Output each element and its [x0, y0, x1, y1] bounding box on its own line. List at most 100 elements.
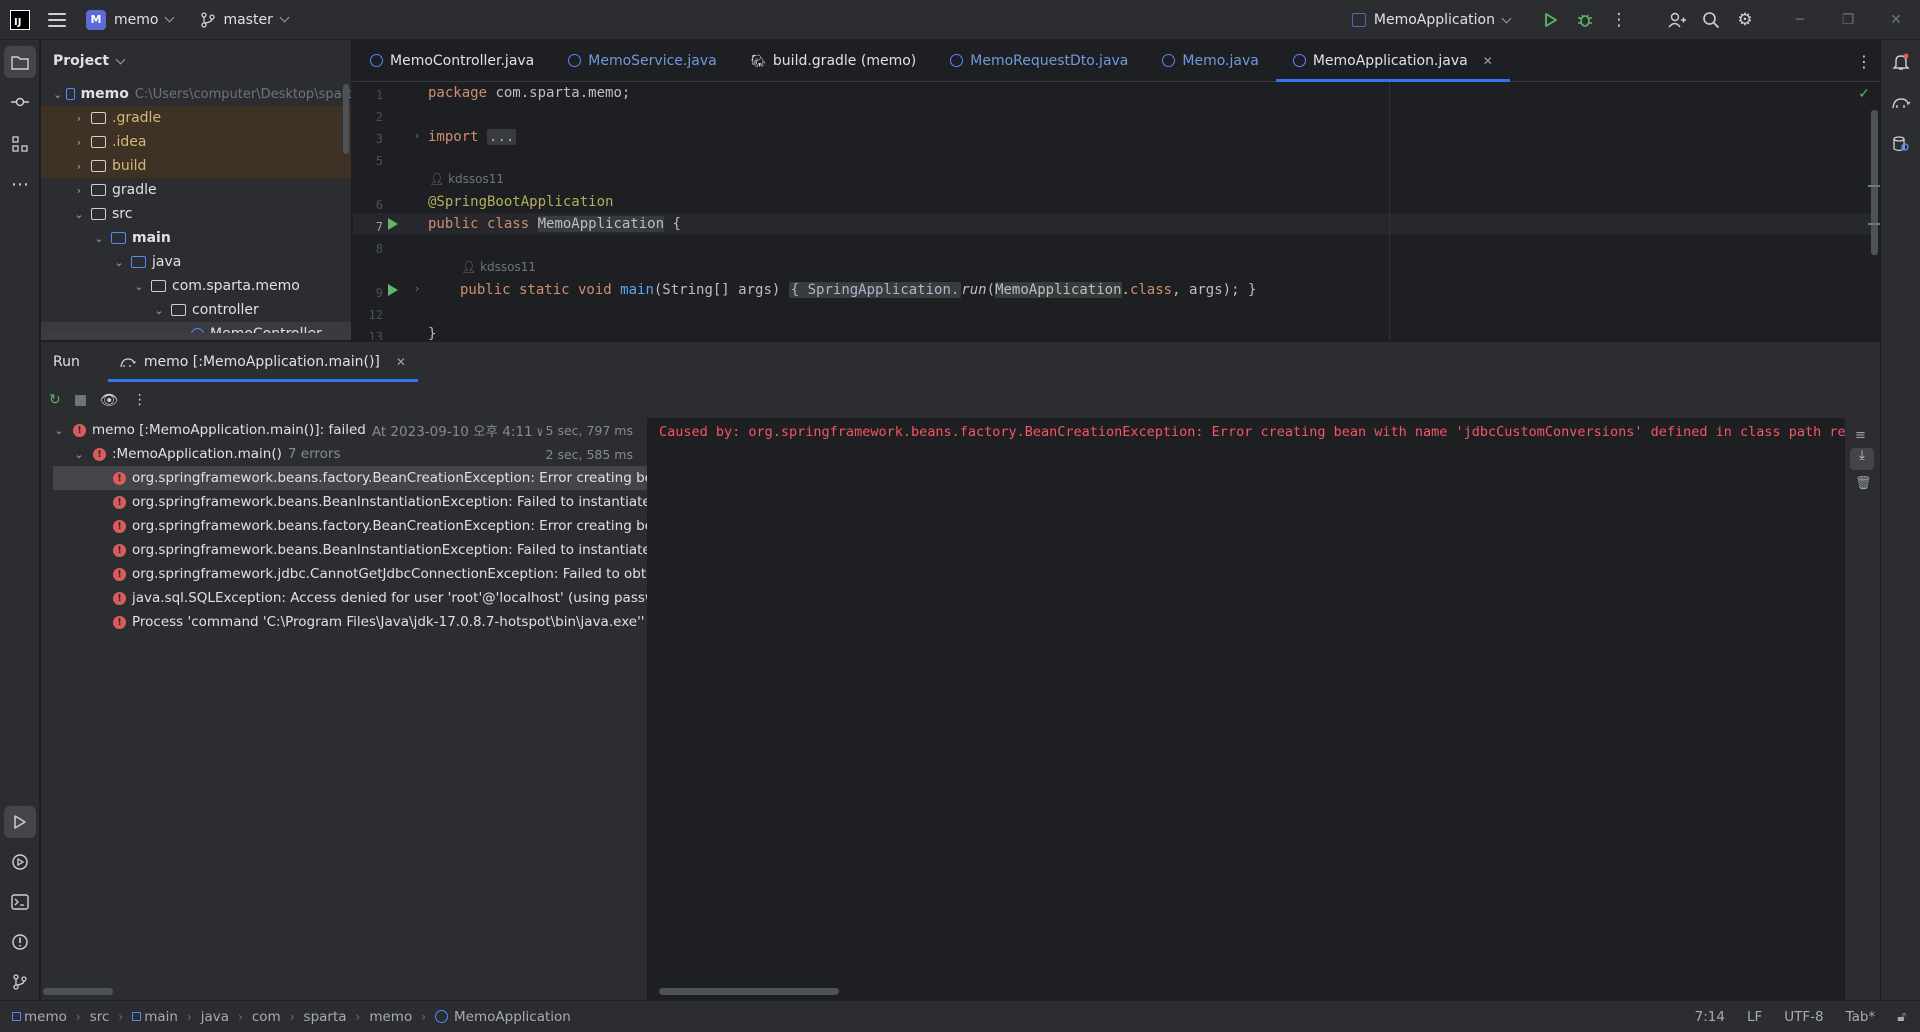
- chevron-right-icon[interactable]: ›: [71, 184, 87, 197]
- tree-node[interactable]: ⌄ com.sparta.memo: [41, 274, 351, 298]
- editor-scrollbar[interactable]: [1871, 110, 1878, 255]
- database-tool-icon[interactable]: [1885, 128, 1917, 160]
- file-encoding[interactable]: UTF-8: [1784, 1009, 1823, 1025]
- code-line-7[interactable]: public class MemoApplication {: [428, 213, 681, 235]
- tree-node[interactable]: › .gradle: [41, 106, 351, 130]
- close-window-button[interactable]: ✕: [1872, 0, 1920, 40]
- breadcrumb-item[interactable]: MemoApplication: [454, 1009, 571, 1025]
- error-entry[interactable]: ! Process 'command 'C:\Program Files\Java…: [53, 610, 647, 634]
- fold-expand-icon[interactable]: ›: [415, 129, 419, 142]
- folded-imports[interactable]: ...: [487, 129, 517, 145]
- terminal-tool-icon[interactable]: [4, 886, 36, 918]
- editor-tab[interactable]: MemoApplication.java ✕: [1275, 40, 1510, 82]
- tab-more-icon[interactable]: ⋮: [1856, 52, 1872, 71]
- close-icon[interactable]: ✕: [396, 355, 406, 369]
- chevron-down-icon[interactable]: ⌄: [111, 256, 127, 269]
- tree-node[interactable]: ⌄ memo C:\Users\computer\Desktop\spart: [41, 82, 351, 106]
- tree-node[interactable]: › gradle: [41, 178, 351, 202]
- tree-node[interactable]: ⌄ src: [41, 202, 351, 226]
- gradle-tool-icon[interactable]: [1885, 86, 1917, 118]
- run-button[interactable]: [1534, 3, 1568, 37]
- services-tool-icon[interactable]: [4, 846, 36, 878]
- scroll-to-end-icon[interactable]: ⤓: [1850, 448, 1874, 470]
- run-class-gutter-icon[interactable]: [388, 218, 398, 230]
- console-error-line[interactable]: Caused by: org.springframework.beans.fac…: [659, 424, 1845, 440]
- code-line-6[interactable]: @SpringBootApplication: [428, 191, 613, 213]
- commit-tool-icon[interactable]: [4, 86, 36, 118]
- editor-tab[interactable]: MemoService.java: [551, 40, 733, 81]
- chevron-down-icon[interactable]: ⌄: [131, 280, 147, 293]
- tree-node[interactable]: › build: [41, 154, 351, 178]
- error-entry[interactable]: ! org.springframework.beans.factory.BeanC…: [53, 514, 647, 538]
- more-options-icon[interactable]: ⋮: [133, 392, 147, 408]
- restore-window-button[interactable]: ❐: [1824, 0, 1872, 40]
- error-entry[interactable]: ! org.springframework.beans.BeanInstantia…: [53, 538, 647, 562]
- breadcrumb-item[interactable]: memo: [24, 1009, 67, 1025]
- tree-hscrollbar[interactable]: [43, 988, 113, 995]
- chevron-down-icon[interactable]: ⌄: [151, 304, 167, 317]
- editor-tab[interactable]: Memo.java: [1145, 40, 1275, 81]
- breadcrumb-item[interactable]: src: [90, 1009, 110, 1025]
- chevron-down-icon[interactable]: ⌄: [91, 232, 107, 245]
- tree-node[interactable]: ⌄ java: [41, 250, 351, 274]
- code-line-3[interactable]: import ...: [428, 126, 517, 148]
- code-line-13[interactable]: }: [428, 323, 436, 340]
- editor-tab[interactable]: 🐘︎ build.gradle (memo): [734, 40, 934, 81]
- error-entry[interactable]: ! java.sql.SQLException: Access denied fo…: [53, 586, 647, 610]
- code-line-1[interactable]: package com.sparta.memo;: [428, 82, 630, 104]
- soft-wrap-icon[interactable]: ≡: [1855, 428, 1866, 443]
- chevron-right-icon[interactable]: ›: [71, 160, 87, 173]
- minimize-window-button[interactable]: ─: [1776, 0, 1824, 40]
- breadcrumb-item[interactable]: memo: [369, 1009, 412, 1025]
- project-switcher[interactable]: M memo: [86, 9, 175, 30]
- intellij-logo-icon[interactable]: IJ: [10, 9, 30, 30]
- author-hint[interactable]: 👤︎ kdssos11: [461, 260, 536, 274]
- project-scrollbar[interactable]: [343, 84, 349, 154]
- build-root-node[interactable]: ⌄ ! memo [:MemoApplication.main()]: fail…: [41, 418, 647, 442]
- vcs-branch-widget[interactable]: master: [201, 12, 290, 28]
- code-with-me-icon[interactable]: [1660, 3, 1694, 37]
- project-tool-icon[interactable]: [4, 46, 36, 78]
- run-tab-memo[interactable]: memo [:MemoApplication.main()] ✕: [107, 342, 419, 382]
- chevron-down-icon[interactable]: ⌄: [71, 208, 87, 221]
- breadcrumb-item[interactable]: sparta: [304, 1009, 347, 1025]
- project-hscrollbar[interactable]: [43, 333, 323, 340]
- console-output[interactable]: Caused by: org.springframework.beans.fac…: [649, 418, 1845, 1001]
- clear-trash-icon[interactable]: 🗑︎: [1855, 476, 1872, 491]
- close-icon[interactable]: ✕: [1483, 54, 1493, 68]
- tree-node[interactable]: ⌄ controller: [41, 298, 351, 322]
- more-tools-icon[interactable]: ⋯: [4, 168, 36, 200]
- caret-position[interactable]: 7:14: [1695, 1009, 1725, 1025]
- git-tool-icon[interactable]: [4, 966, 36, 998]
- code-line-9[interactable]: public static void main(String[] args) {…: [460, 279, 1256, 301]
- author-hint[interactable]: 👤︎ kdssos11: [429, 172, 504, 186]
- error-entry[interactable]: ! org.springframework.beans.factory.BeanC…: [53, 466, 647, 490]
- editor-tab[interactable]: MemoController.java: [353, 40, 551, 81]
- tree-node[interactable]: ⌄ main: [41, 226, 351, 250]
- build-task-node[interactable]: ⌄ ! :MemoApplication.main() 7 errors 2 s…: [41, 442, 647, 466]
- structure-tool-icon[interactable]: [4, 128, 36, 160]
- debug-button[interactable]: [1568, 3, 1602, 37]
- read-only-lock-icon[interactable]: 🔓︎: [1897, 1009, 1906, 1025]
- error-entry[interactable]: ! org.springframework.jdbc.CannotGetJdbcC…: [53, 562, 647, 586]
- breadcrumb-item[interactable]: java: [201, 1009, 229, 1025]
- run-configuration-selector[interactable]: MemoApplication: [1351, 12, 1512, 28]
- chevron-down-icon[interactable]: ⌄: [53, 88, 62, 101]
- tree-node[interactable]: › .idea: [41, 130, 351, 154]
- fold-expand-icon[interactable]: ›: [415, 282, 419, 295]
- run-tool-icon[interactable]: [4, 806, 36, 838]
- notifications-bell-icon[interactable]: [1885, 46, 1917, 78]
- problems-tool-icon[interactable]: [4, 926, 36, 958]
- view-options-eye-icon[interactable]: 👁︎: [100, 391, 119, 409]
- indent-setting[interactable]: Tab*: [1846, 1009, 1876, 1025]
- search-icon[interactable]: [1694, 3, 1728, 37]
- run-main-gutter-icon[interactable]: [388, 284, 398, 296]
- inspection-ok-icon[interactable]: ✓: [1858, 86, 1870, 102]
- more-actions-icon[interactable]: ⋮: [1602, 3, 1636, 37]
- editor-tab[interactable]: MemoRequestDto.java: [933, 40, 1145, 81]
- breadcrumb-item[interactable]: com: [252, 1009, 281, 1025]
- stop-icon[interactable]: [74, 394, 86, 406]
- settings-gear-icon[interactable]: ⚙: [1728, 3, 1762, 37]
- line-separator[interactable]: LF: [1747, 1009, 1762, 1025]
- project-panel-header[interactable]: Project: [41, 40, 351, 82]
